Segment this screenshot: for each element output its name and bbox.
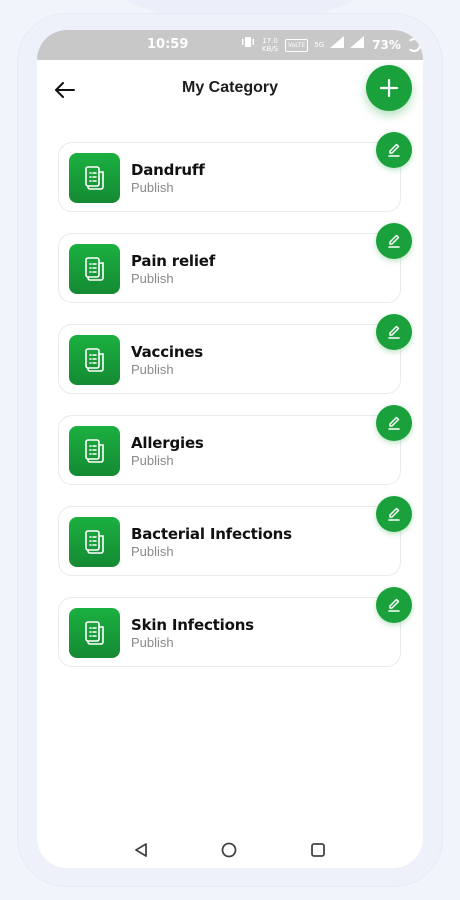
edit-category-button[interactable] <box>376 314 412 350</box>
document-list-icon <box>69 244 120 294</box>
edit-category-button[interactable] <box>376 496 412 532</box>
category-title: Vaccines <box>131 343 204 361</box>
category-status: Publish <box>131 271 174 286</box>
edit-category-button[interactable] <box>376 587 412 623</box>
status-bar: 10:59 17.0 KB/S VoLTE 5G 73% <box>37 30 423 60</box>
battery-percent: 73% <box>372 38 401 52</box>
nav-home-button[interactable] <box>217 838 241 862</box>
edit-category-button[interactable] <box>376 132 412 168</box>
phone-screen: 10:59 17.0 KB/S VoLTE 5G 73% My Category <box>37 30 423 868</box>
nav-back-button[interactable] <box>129 838 153 862</box>
edit-category-button[interactable] <box>376 405 412 441</box>
category-title: Bacterial Infections <box>131 525 292 543</box>
pencil-icon <box>386 233 402 249</box>
edit-category-button[interactable] <box>376 223 412 259</box>
app-header: My Category <box>37 60 423 120</box>
volte-badge: VoLTE <box>285 38 309 52</box>
pencil-icon <box>386 415 402 431</box>
document-list-icon <box>69 426 120 476</box>
triangle-back-icon <box>135 843 147 857</box>
signal-icon-2 <box>350 36 365 54</box>
vibrate-icon <box>241 36 255 54</box>
plus-icon <box>380 79 398 97</box>
network-type: 5G <box>314 41 325 49</box>
document-list-icon <box>69 335 120 385</box>
category-status: Publish <box>131 180 174 195</box>
system-nav-bar <box>37 838 423 868</box>
category-card[interactable]: Vaccines Publish <box>58 324 401 394</box>
category-card[interactable]: Pain relief Publish <box>58 233 401 303</box>
category-title: Pain relief <box>131 252 216 270</box>
net-speed: 17.0 KB/S <box>261 37 279 53</box>
pencil-icon <box>386 597 402 613</box>
document-list-icon <box>69 608 120 658</box>
pencil-icon <box>386 324 402 340</box>
pencil-icon <box>386 506 402 522</box>
status-time: 10:59 <box>147 37 189 52</box>
category-card[interactable]: Bacterial Infections Publish <box>58 506 401 576</box>
signal-icon <box>330 36 345 54</box>
document-list-icon <box>69 153 120 203</box>
category-status: Publish <box>131 362 174 377</box>
category-title: Allergies <box>131 434 204 452</box>
category-status: Publish <box>131 544 174 559</box>
nav-recents-button[interactable] <box>306 838 330 862</box>
category-status: Publish <box>131 453 174 468</box>
document-list-icon <box>69 517 120 567</box>
battery-icon <box>406 38 421 52</box>
category-title: Skin Infections <box>131 616 254 634</box>
add-category-button[interactable] <box>366 65 412 111</box>
pencil-icon <box>386 142 402 158</box>
category-card[interactable]: Allergies Publish <box>58 415 401 485</box>
circle-home-icon <box>221 842 237 858</box>
category-title: Dandruff <box>131 161 205 179</box>
status-icons: 17.0 KB/S VoLTE 5G 73% <box>241 36 421 54</box>
category-card[interactable]: Dandruff Publish <box>58 142 401 212</box>
square-recents-icon <box>311 843 325 857</box>
category-status: Publish <box>131 635 174 650</box>
category-card[interactable]: Skin Infections Publish <box>58 597 401 667</box>
